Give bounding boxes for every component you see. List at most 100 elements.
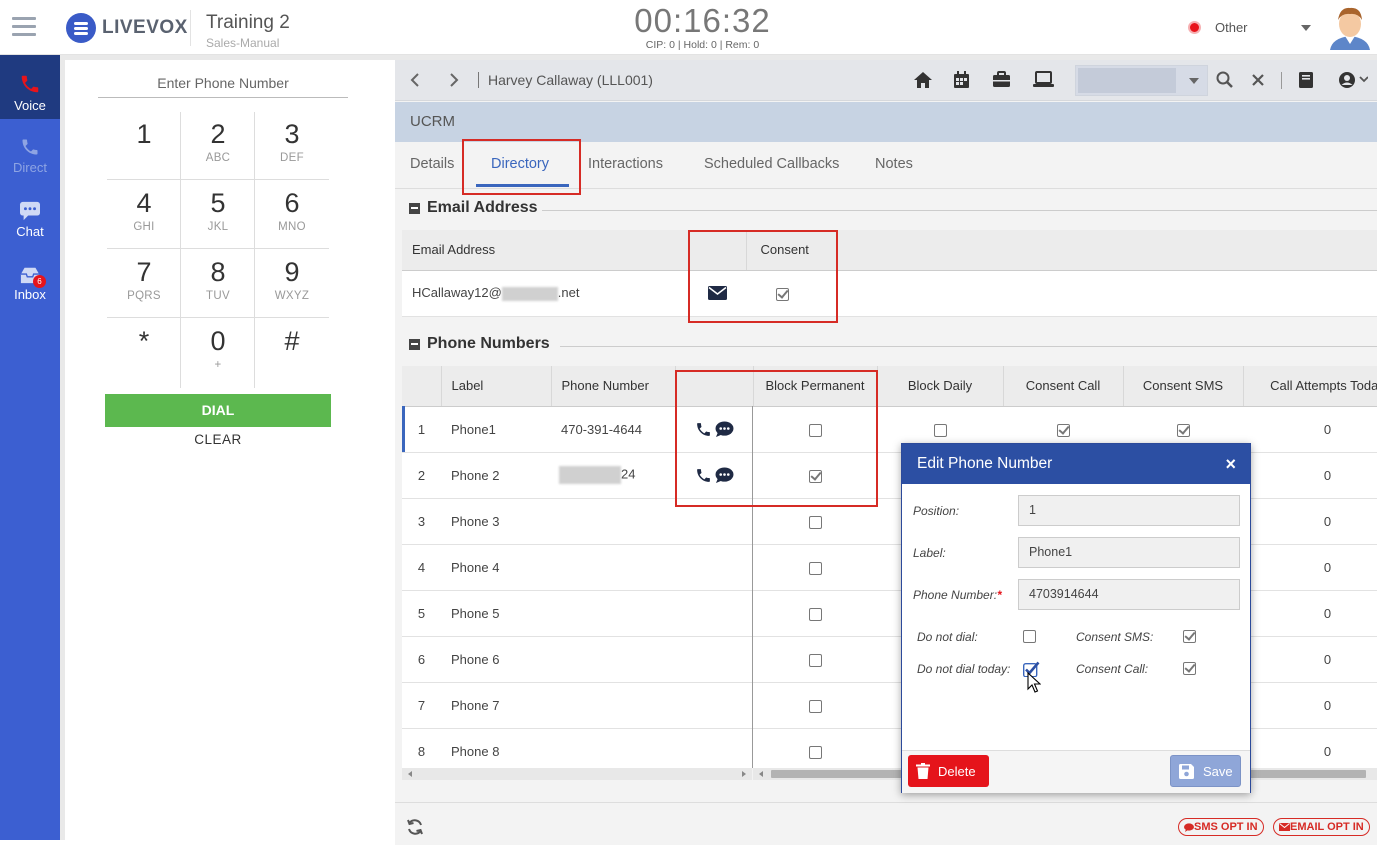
row-index: 1 [402, 406, 441, 453]
email-section-title[interactable]: Email Address [409, 199, 538, 217]
row-index: 2 [402, 452, 441, 499]
timer-stats: CIP: 0 | Hold: 0 | Rem: 0 [645, 39, 760, 51]
hamburger-menu-icon[interactable] [12, 17, 36, 37]
user-circle-icon[interactable] [1338, 71, 1368, 89]
horizontal-scrollbar-left[interactable] [402, 768, 752, 780]
phone-section-title[interactable]: Phone Numbers [409, 335, 550, 353]
nav-chat[interactable]: Chat [0, 201, 60, 239]
record-search-select[interactable] [1075, 65, 1208, 96]
consent-call-checkbox[interactable] [1056, 423, 1070, 437]
block-permanent-checkbox[interactable] [808, 515, 822, 529]
tab-scheduled-callbacks[interactable]: Scheduled Callbacks [704, 156, 839, 172]
row-phone-number [551, 590, 675, 637]
block-permanent-checkbox[interactable] [808, 561, 822, 575]
sms-opt-in-button[interactable]: SMS OPT IN [1178, 818, 1264, 836]
close-icon[interactable] [1251, 73, 1265, 87]
tab-interactions[interactable]: Interactions [588, 156, 663, 172]
nav-voice[interactable]: Voice [0, 55, 60, 119]
dialpad-key[interactable]: 0 + [181, 319, 255, 388]
dialpad-key-digit: 1 [136, 119, 152, 149]
col-header-consent[interactable]: Consent [746, 230, 1377, 271]
briefcase-icon[interactable] [992, 71, 1011, 88]
dialog-header: Edit Phone Number × [902, 444, 1250, 484]
col-header[interactable]: Phone Number [551, 366, 676, 407]
row-phone-number [551, 682, 675, 729]
position-field[interactable]: 1 [1018, 495, 1240, 526]
position-label: Position: [913, 504, 960, 518]
search-icon[interactable] [1216, 71, 1233, 88]
label-field[interactable]: Phone1 [1018, 537, 1240, 568]
dialpad-key[interactable]: 6 MNO [255, 181, 329, 250]
block-daily-checkbox[interactable] [933, 423, 947, 437]
delete-label: Delete [938, 763, 976, 779]
livevox-logo: LIVEVOX [66, 10, 191, 46]
home-icon[interactable] [913, 71, 933, 89]
laptop-icon[interactable] [1033, 71, 1054, 88]
phone-number-text: 470-391-4644 [561, 421, 642, 437]
consent-sms-label: Consent SMS: [1076, 630, 1154, 644]
book-icon[interactable] [1298, 71, 1314, 89]
row-index: 6 [402, 636, 441, 683]
row-index: 7 [402, 682, 441, 729]
nav-voice-label: Voice [14, 98, 46, 113]
highlight-box [462, 139, 581, 195]
close-icon[interactable]: × [1225, 444, 1236, 484]
consent-sms-checkbox[interactable] [1176, 423, 1190, 437]
col-header[interactable]: Consent Call [1003, 366, 1124, 407]
dialpad-key[interactable]: 3 DEF [255, 112, 329, 181]
dialpad-key[interactable]: 5 JKL [181, 181, 255, 250]
row-call-attempts: 0 [1243, 452, 1377, 499]
email-opt-in-button[interactable]: EMAIL OPT IN [1273, 818, 1370, 836]
col-header[interactable]: Label [441, 366, 552, 407]
col-header [402, 366, 442, 407]
save-label: Save [1203, 763, 1233, 779]
row-index: 8 [402, 728, 441, 768]
dialpad-key[interactable]: 7 PQRS [107, 250, 181, 319]
dialpad-key[interactable]: 4 GHI [107, 181, 181, 250]
row-block-permanent [753, 544, 877, 591]
dial-button[interactable]: DIAL [105, 394, 331, 427]
agent-status-dropdown[interactable]: Other [1188, 20, 1311, 35]
dialpad-key[interactable]: * [107, 319, 181, 388]
dialpad-key[interactable]: 2 ABC [181, 112, 255, 181]
tab-notes[interactable]: Notes [875, 156, 913, 172]
row-index: 3 [402, 498, 441, 545]
chevron-right-icon[interactable] [449, 72, 459, 88]
col-header[interactable]: Call Attempts Today [1243, 366, 1377, 407]
save-button[interactable]: Save [1170, 755, 1241, 787]
nav-inbox[interactable]: 6 Inbox [0, 265, 60, 302]
dialpad-key[interactable]: 1 [107, 112, 181, 181]
do-not-dial-checkbox[interactable] [1023, 630, 1036, 643]
row-phone-number [551, 636, 675, 683]
block-permanent-checkbox[interactable] [808, 607, 822, 621]
dialog-title: Edit Phone Number [917, 455, 1053, 472]
calendar-icon[interactable] [953, 71, 970, 89]
phone-number-field[interactable]: 4703914644 [1018, 579, 1240, 610]
chevron-left-icon[interactable] [410, 72, 420, 88]
dialpad-key-letters: PQRS [127, 290, 161, 302]
status-dot-icon [1188, 21, 1201, 34]
dialpad-key-digit: 4 [136, 188, 152, 218]
table-row: HCallaway12@ .net [402, 270, 1377, 317]
block-permanent-checkbox[interactable] [808, 745, 822, 759]
dialpad-key[interactable]: 9 WXYZ [255, 250, 329, 319]
phone-number-input[interactable]: Enter Phone Number [98, 75, 348, 98]
phone-icon [21, 75, 39, 93]
dialpad-key[interactable]: # [255, 319, 329, 388]
sms-opt-in-label: SMS OPT IN [1194, 821, 1258, 833]
block-permanent-checkbox[interactable] [808, 699, 822, 713]
col-header-email[interactable]: Email Address [402, 230, 689, 271]
avatar[interactable] [1328, 4, 1372, 50]
tab-details[interactable]: Details [410, 156, 454, 172]
consent-call-checkbox[interactable] [1183, 662, 1196, 675]
delete-button[interactable]: Delete [908, 755, 989, 787]
col-header[interactable]: Block Daily [877, 366, 1004, 407]
dialpad-key[interactable]: 8 TUV [181, 250, 255, 319]
nav-direct[interactable]: Direct [0, 137, 60, 175]
block-permanent-checkbox[interactable] [808, 653, 822, 667]
clear-button[interactable]: CLEAR [105, 432, 331, 447]
row-block-permanent [753, 590, 877, 637]
refresh-icon[interactable] [406, 818, 424, 836]
col-header[interactable]: Consent SMS [1123, 366, 1244, 407]
consent-sms-checkbox[interactable] [1183, 630, 1196, 643]
